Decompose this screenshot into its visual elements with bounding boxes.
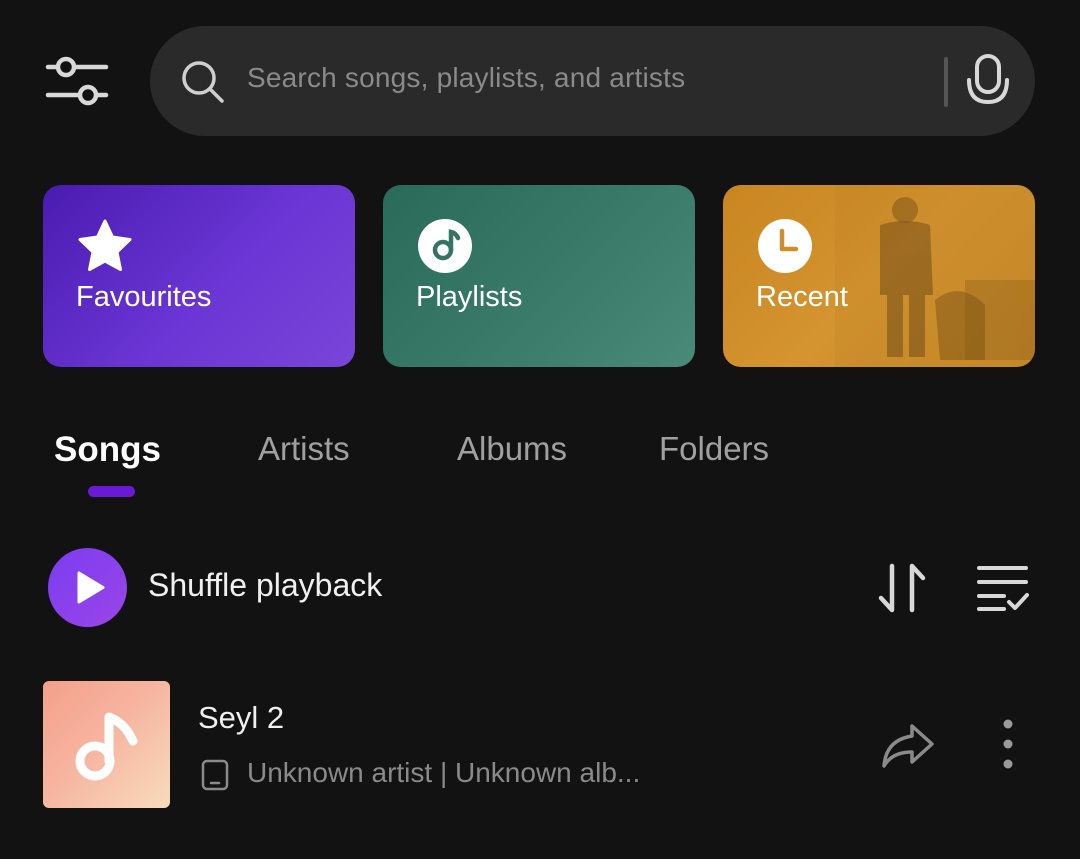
sort-icon[interactable] <box>876 560 928 616</box>
play-icon <box>77 571 105 604</box>
share-icon[interactable] <box>880 720 936 770</box>
playlists-label: Playlists <box>416 281 523 313</box>
song-list-item[interactable]: Seyl 2 Unknown artist | Unknown alb... <box>0 672 1080 820</box>
music-disc-icon <box>416 217 474 275</box>
tab-songs[interactable]: Songs <box>54 430 161 470</box>
filter-sliders-icon[interactable] <box>44 50 110 112</box>
recent-card[interactable]: Recent <box>723 185 1035 367</box>
shuffle-playback-label[interactable]: Shuffle playback <box>148 567 382 604</box>
song-artwork <box>43 681 170 808</box>
search-icon <box>178 57 226 105</box>
music-note-icon <box>75 712 138 781</box>
favourites-label: Favourites <box>76 281 212 313</box>
more-options-icon[interactable] <box>992 718 1024 772</box>
tab-folders[interactable]: Folders <box>659 430 769 468</box>
tab-artists[interactable]: Artists <box>258 430 350 468</box>
music-library-screen: Search songs, playlists, and artists Fav… <box>0 0 1080 859</box>
microphone-icon[interactable] <box>962 52 1014 110</box>
favourites-card[interactable]: Favourites <box>43 185 355 367</box>
recent-label: Recent <box>756 281 848 313</box>
playlists-card[interactable]: Playlists <box>383 185 695 367</box>
phone-storage-icon <box>201 759 229 791</box>
song-title: Seyl 2 <box>198 700 285 735</box>
multi-select-icon[interactable] <box>976 562 1030 614</box>
clock-icon <box>756 217 814 275</box>
tab-albums[interactable]: Albums <box>457 430 567 468</box>
active-tab-indicator <box>88 486 135 497</box>
search-input[interactable]: Search songs, playlists, and artists <box>247 62 685 94</box>
recent-cover-image <box>835 185 1035 367</box>
song-artist-album: Unknown artist | Unknown alb... <box>247 757 641 788</box>
search-divider <box>944 57 948 107</box>
star-icon <box>76 217 134 275</box>
shuffle-play-button[interactable] <box>48 548 127 627</box>
